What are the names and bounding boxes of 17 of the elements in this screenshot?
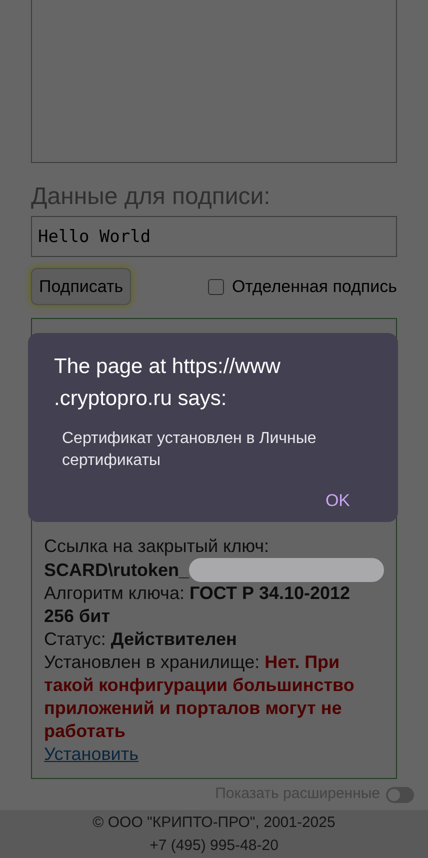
- checkbox[interactable]: [208, 278, 224, 294]
- certificate-field: Установлен в хранилище: Нет. При такой конфигурации большинство приложений и порталов могут не работать: [44, 651, 384, 743]
- ok-button[interactable]: OK: [323, 488, 352, 514]
- dialog-message: Сертификат установлен в Личные сертификаты: [61, 429, 318, 471]
- copyright-text: © ООО "КРИПТО-ПРО", 2001-2025: [92, 813, 336, 833]
- text-area[interactable]: [31, 0, 397, 163]
- install-link[interactable]: Установить: [44, 743, 138, 766]
- sign-button[interactable]: Подписать: [31, 268, 132, 305]
- certificate-field: Статус: Действителен: [44, 628, 384, 651]
- phone-number: +7 (495) 995-48-20: [150, 836, 278, 856]
- field-value: SCARD\rutoken_: [44, 558, 190, 582]
- input-field[interactable]: Hello World: [31, 216, 397, 257]
- dialog-title: The page at https://www .cryptopro.ru says:: [54, 354, 282, 412]
- toggle-switch[interactable]: [386, 786, 414, 802]
- certificate-field: Алгоритм ключа: ГОСТ Р 34.10-2012 256 бит: [44, 582, 384, 628]
- checkbox-label: Отделенная подпись: [232, 276, 397, 298]
- field-label: Ссылка на закрытый ключ:: [44, 535, 270, 558]
